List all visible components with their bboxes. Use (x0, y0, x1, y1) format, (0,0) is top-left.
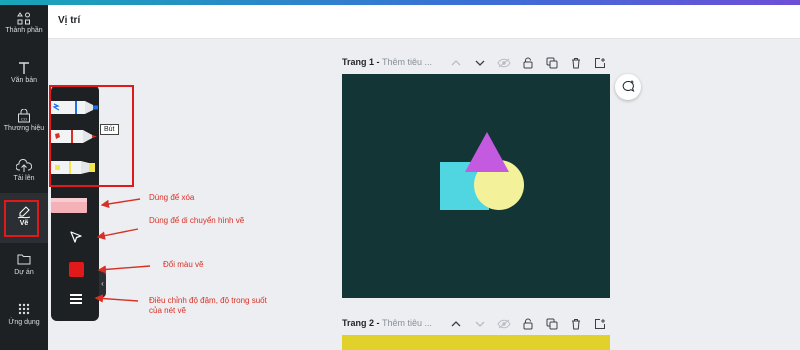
annotation-move: Dùng để di chuyển hình vẽ (149, 216, 245, 225)
lock-icon[interactable] (518, 317, 538, 331)
duplicate-icon[interactable] (542, 56, 562, 70)
sidebar-item-label: Thành phần (5, 27, 43, 34)
page-2-canvas[interactable] (342, 335, 610, 350)
left-sidebar: Thành phần Văn bản CO Thương hiệu Tải lê… (0, 5, 48, 350)
trash-icon[interactable] (566, 56, 586, 70)
sidebar-item-label: Thương hiệu (3, 125, 45, 132)
sidebar-item-projects[interactable]: Dự án (0, 247, 48, 295)
pens-highlight-box (49, 85, 134, 187)
arrow-move (96, 228, 139, 240)
sidebar-item-apps[interactable]: Ứng dụng (0, 297, 48, 345)
eraser-tool[interactable] (51, 193, 99, 219)
chevron-up-icon[interactable] (446, 317, 466, 331)
chevron-down-icon[interactable] (470, 56, 490, 70)
hide-icon[interactable] (494, 317, 514, 331)
arrow-color (97, 265, 151, 274)
page-2-title[interactable]: Trang 2 - Thêm tiêu ... (342, 318, 432, 328)
page-name: Trang 2 (342, 318, 375, 328)
sidebar-item-label: Tải lên (13, 175, 35, 182)
page-1-header: Trang 1 - Thêm tiêu ... (342, 55, 610, 71)
annotation-weight: Điều chỉnh độ đậm, độ trong suốt của nét… (149, 296, 267, 315)
page-title: Vị trí (58, 15, 81, 26)
stroke-weight-icon (70, 294, 82, 304)
arrow-weight (94, 294, 139, 303)
tooltip: Bút (100, 124, 119, 135)
duplicate-icon[interactable] (542, 317, 562, 331)
sidebar-item-brand[interactable]: CO Thương hiệu (0, 105, 48, 153)
collapse-panel-button[interactable]: ‹ (99, 270, 106, 298)
svg-text:CO: CO (21, 117, 27, 122)
page-1-canvas[interactable] (342, 74, 610, 298)
annotation-eraser: Dùng để xóa (149, 193, 195, 202)
stroke-settings-button[interactable] (65, 288, 87, 310)
sidebar-item-elements[interactable]: Thành phần (0, 5, 48, 53)
chevron-down-icon[interactable] (470, 317, 490, 331)
arrow-eraser (100, 198, 141, 209)
sidebar-item-label: Ứng dụng (8, 319, 40, 326)
add-page-icon[interactable] (590, 317, 610, 331)
page-1-title[interactable]: Trang 1 - Thêm tiêu ... (342, 57, 432, 67)
sidebar-item-text[interactable]: Văn bản (0, 55, 48, 103)
page-subtitle: Thêm tiêu ... (382, 318, 433, 328)
color-picker-button[interactable] (65, 258, 87, 280)
design-shapes (440, 132, 524, 210)
annotation-color: Đổi màu vẽ (163, 260, 204, 269)
top-header: Vị trí (48, 5, 800, 39)
triangle-shape[interactable] (465, 132, 509, 172)
chevron-left-icon: ‹ (101, 279, 104, 288)
cursor-icon (70, 231, 82, 243)
chevron-up-icon[interactable] (446, 56, 466, 70)
page-2-header: Trang 2 - Thêm tiêu ... (342, 316, 610, 332)
sidebar-item-label: Dự án (14, 269, 34, 276)
trash-icon[interactable] (566, 317, 586, 331)
color-swatch (68, 261, 84, 277)
page-name: Trang 1 (342, 57, 375, 67)
move-tool[interactable] (65, 226, 87, 248)
comment-add-icon (622, 80, 635, 93)
draw-highlight-box (4, 200, 39, 237)
page-subtitle: Thêm tiêu ... (382, 57, 433, 67)
sidebar-item-label: Văn bản (10, 77, 38, 84)
eraser-icon (51, 198, 87, 213)
lock-icon[interactable] (518, 56, 538, 70)
add-page-icon[interactable] (590, 56, 610, 70)
hide-icon[interactable] (494, 56, 514, 70)
add-comment-button[interactable] (615, 74, 641, 100)
